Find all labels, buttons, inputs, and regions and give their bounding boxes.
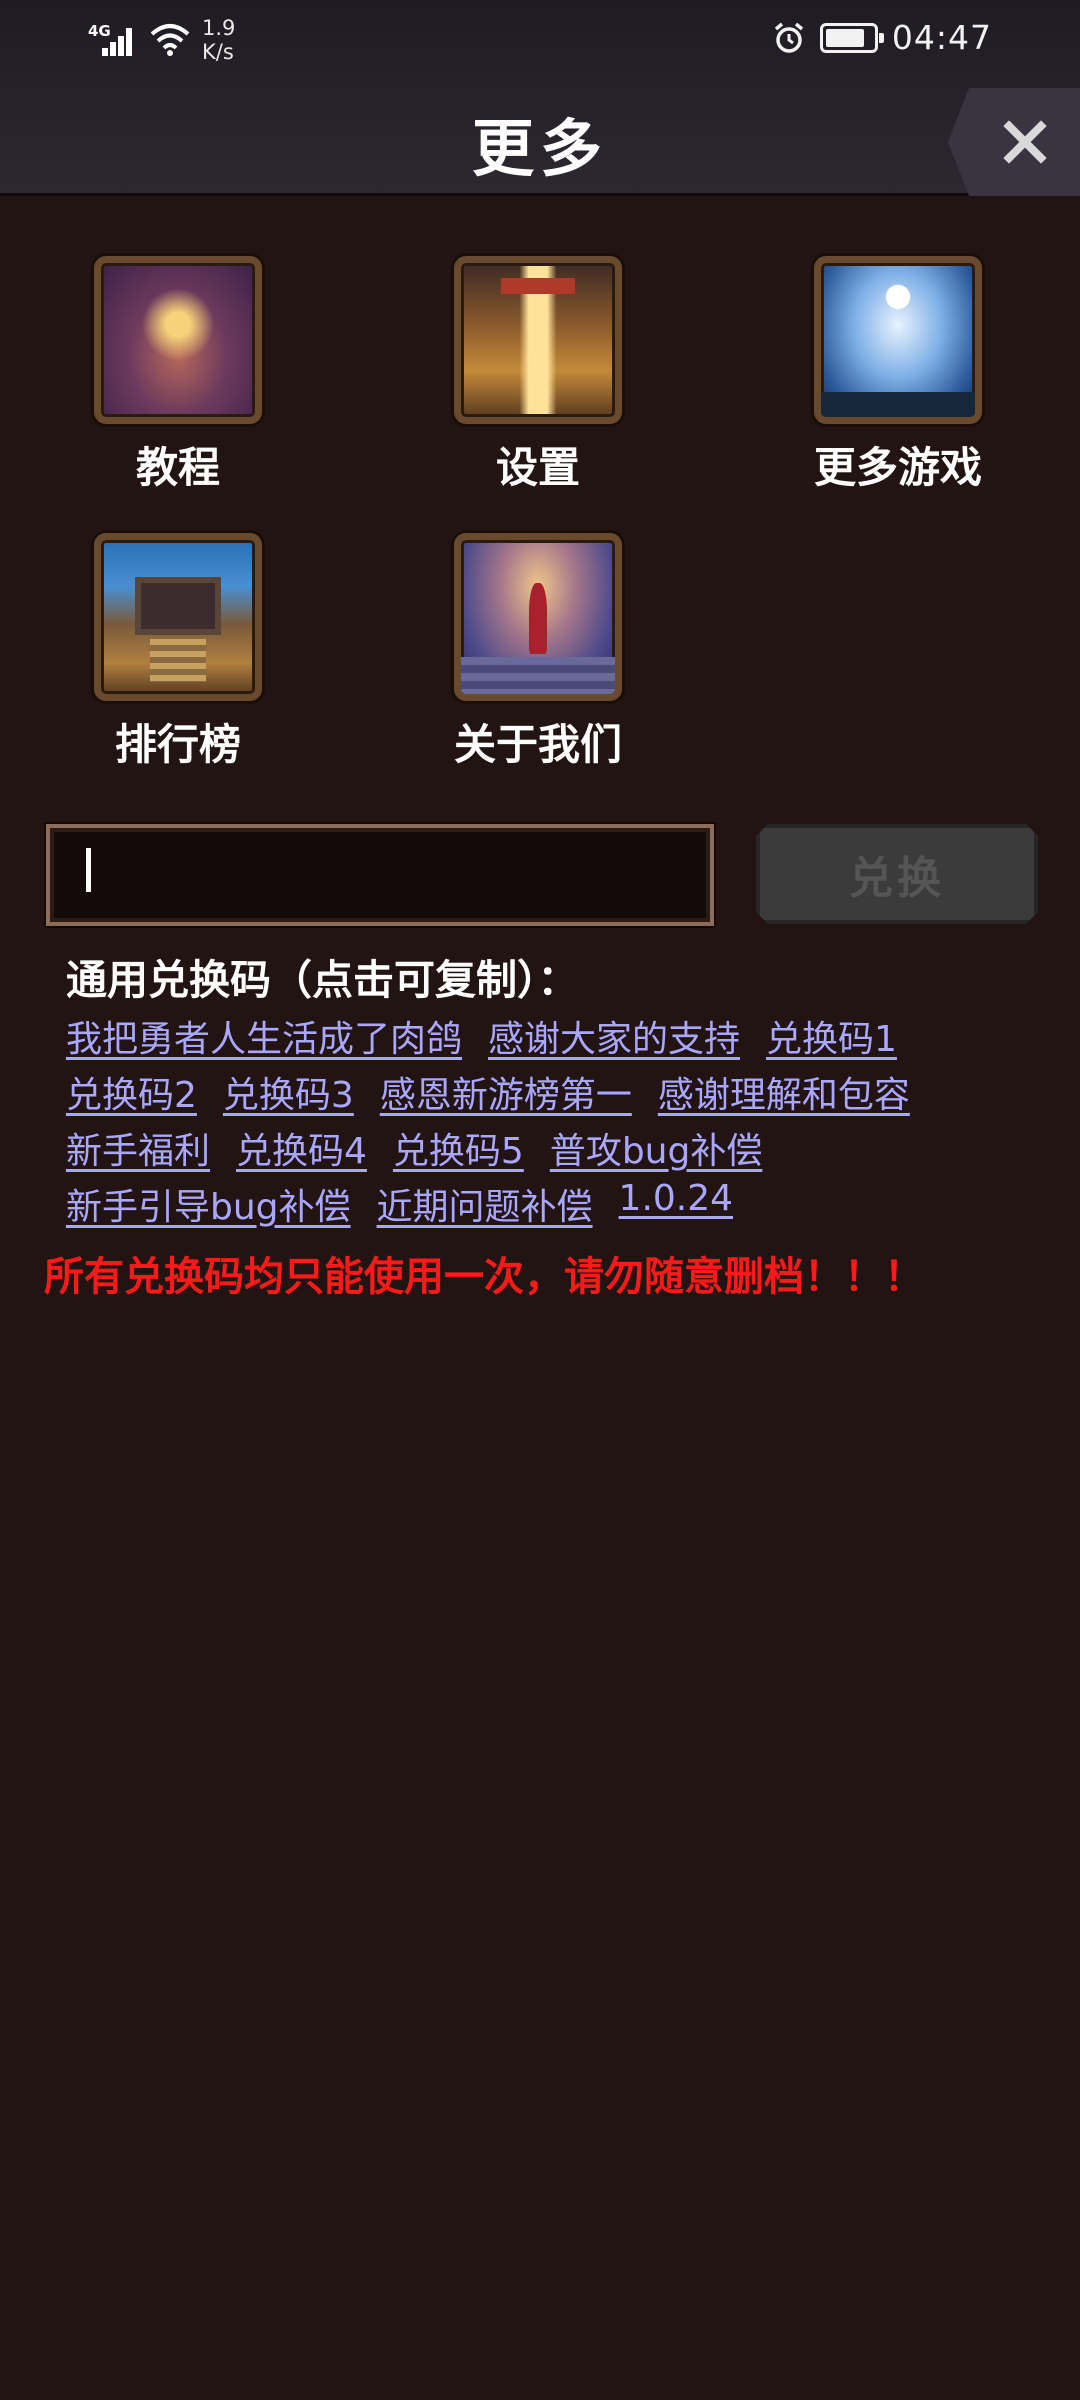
- code-link[interactable]: 兑换码5: [393, 1122, 524, 1174]
- redeem-button[interactable]: 兑换: [756, 824, 1038, 924]
- menu-label-more-games: 更多游戏: [813, 443, 982, 492]
- page-title: 更多: [471, 112, 608, 185]
- code-link[interactable]: 感谢大家的支持: [488, 1010, 740, 1062]
- clock: 04:47: [891, 18, 992, 57]
- menu-item-about-us[interactable]: 关于我们: [418, 533, 658, 772]
- tutorial-icon: [94, 256, 262, 424]
- code-link[interactable]: 新手引导bug补偿: [66, 1178, 351, 1230]
- more-games-icon: [814, 256, 982, 424]
- code-link[interactable]: 感恩新游榜第一: [380, 1066, 632, 1118]
- wifi-icon: [150, 24, 190, 56]
- status-bar-left: 4G 1.9 K/s: [88, 16, 235, 64]
- net-speed: 1.9 K/s: [202, 16, 235, 64]
- menu-label-settings: 设置: [495, 443, 580, 492]
- menu-item-settings[interactable]: 设置: [418, 256, 658, 495]
- menu-item-tutorial[interactable]: 教程: [58, 256, 298, 495]
- menu-label-tutorial: 教程: [135, 443, 220, 492]
- code-row-1: 我把勇者人生活成了肉鸽 感谢大家的支持 兑换码1: [66, 1010, 897, 1062]
- close-icon: [1003, 120, 1047, 164]
- code-row-4: 新手引导bug补偿 近期问题补偿 1.0.24: [66, 1178, 733, 1230]
- code-link[interactable]: 兑换码4: [236, 1122, 367, 1174]
- code-row-2: 兑换码2 兑换码3 感恩新游榜第一 感谢理解和包容: [66, 1066, 910, 1118]
- status-bar-right: 04:47: [772, 18, 992, 57]
- top-bar: 4G 1.9 K/s 04:47 更多: [0, 0, 1080, 196]
- net-speed-unit: K/s: [202, 40, 234, 64]
- menu-item-leaderboard[interactable]: 排行榜: [58, 533, 298, 772]
- code-link[interactable]: 近期问题补偿: [377, 1178, 593, 1230]
- redeem-code-input[interactable]: [46, 824, 714, 926]
- code-link[interactable]: 感谢理解和包容: [658, 1066, 910, 1118]
- codes-title: 通用兑换码（点击可复制）：: [66, 956, 579, 1004]
- menu-item-more-games[interactable]: 更多游戏: [778, 256, 1018, 495]
- signal-icon: 4G: [88, 20, 138, 60]
- code-link[interactable]: 我把勇者人生活成了肉鸽: [66, 1010, 462, 1062]
- code-link[interactable]: 兑换码3: [223, 1066, 354, 1118]
- battery-icon: [819, 22, 884, 53]
- code-link[interactable]: 普攻bug补偿: [550, 1122, 763, 1174]
- net-speed-value: 1.9: [202, 16, 236, 40]
- about-us-icon: [454, 533, 622, 701]
- settings-icon: [454, 256, 622, 424]
- network-type: 4G: [88, 22, 111, 40]
- text-caret: [86, 848, 91, 892]
- alarm-icon: [774, 22, 804, 53]
- more-page: 4G 1.9 K/s 04:47 更多 教程 设置 更多游戏 排行榜 关于我们 …: [0, 0, 1080, 2400]
- code-row-3: 新手福利 兑换码4 兑换码5 普攻bug补偿: [66, 1122, 762, 1174]
- leaderboard-icon: [94, 533, 262, 701]
- code-link[interactable]: 1.0.24: [619, 1178, 734, 1230]
- warning-notice: 所有兑换码均只能使用一次，请勿随意删档！！！: [44, 1254, 924, 1300]
- code-link[interactable]: 兑换码2: [66, 1066, 197, 1118]
- menu-label-about-us: 关于我们: [453, 720, 622, 769]
- code-link[interactable]: 兑换码1: [766, 1010, 897, 1062]
- code-link[interactable]: 新手福利: [66, 1122, 210, 1174]
- menu-label-leaderboard: 排行榜: [114, 720, 241, 769]
- close-button[interactable]: [948, 88, 1080, 196]
